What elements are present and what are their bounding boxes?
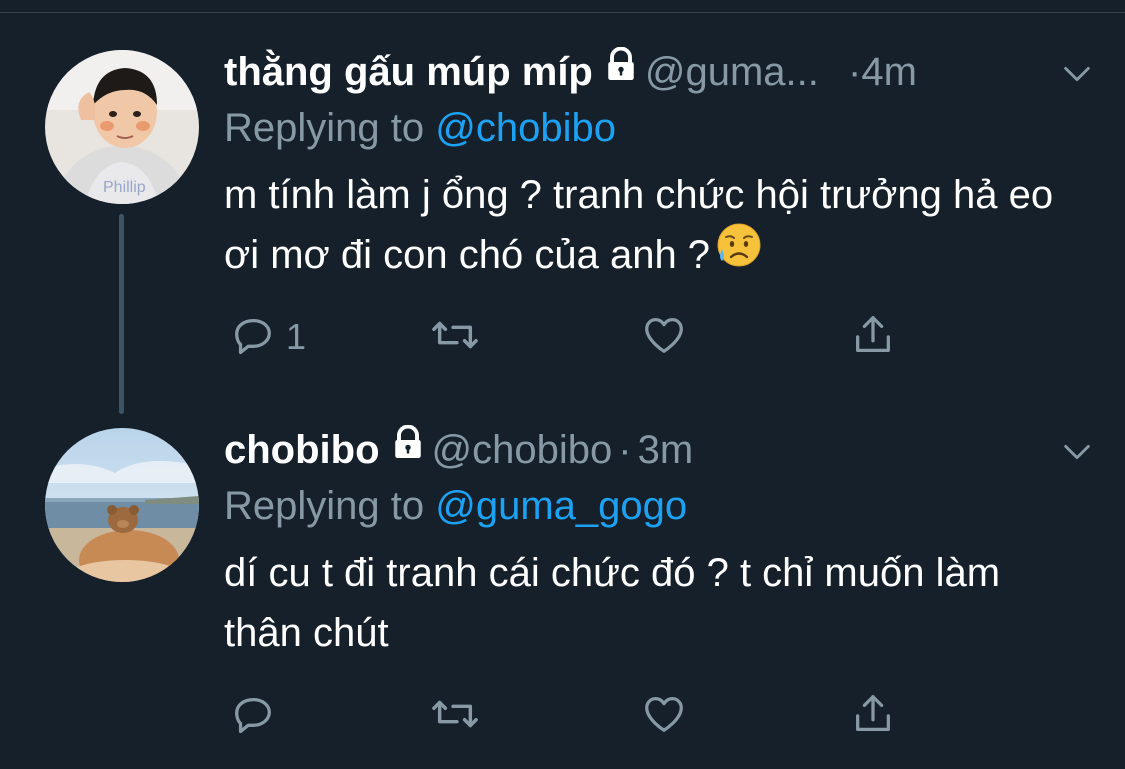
replying-mention[interactable]: @guma_gogo xyxy=(435,484,687,528)
replying-label: Replying to xyxy=(224,106,436,150)
separator-dot: · xyxy=(848,50,862,94)
tweet-text: dí cu t đi tranh cái chức đó ? t chỉ muố… xyxy=(224,543,1084,663)
separator-dot: · xyxy=(618,428,632,472)
lock-icon xyxy=(390,423,426,473)
display-name[interactable]: chobibo xyxy=(224,428,380,472)
timestamp[interactable]: 3m xyxy=(638,428,694,472)
share-button[interactable] xyxy=(850,691,896,741)
svg-text:Phillip: Phillip xyxy=(103,179,146,196)
avatar[interactable] xyxy=(45,428,199,582)
like-button[interactable] xyxy=(640,312,688,362)
tweet-header: thằng gấu múp míp @guma... ·4m xyxy=(224,47,1094,97)
replying-to-line: Replying to @guma_gogo xyxy=(224,481,687,531)
tweet-text-content: m tính làm j ổng ? tranh chức hội trưởng… xyxy=(224,173,1054,277)
heart-icon xyxy=(640,691,688,742)
tweet-text-content: dí cu t đi tranh cái chức đó ? t chỉ muố… xyxy=(224,551,1001,655)
retweet-icon xyxy=(430,312,480,363)
avatar[interactable]: Phillip xyxy=(45,50,199,204)
child-photo-avatar: Phillip xyxy=(45,50,199,204)
tweet-actions xyxy=(224,691,924,741)
replying-label: Replying to xyxy=(224,484,436,528)
tweet-actions: 1 xyxy=(224,312,924,362)
beach-teddy-bear-avatar xyxy=(45,428,199,582)
reply-icon xyxy=(230,691,276,742)
display-name[interactable]: thằng gấu múp míp xyxy=(224,50,593,94)
user-handle[interactable]: @guma... xyxy=(645,50,819,94)
lock-icon xyxy=(603,45,639,95)
heart-icon xyxy=(640,312,688,363)
reply-button[interactable]: 1 xyxy=(230,312,306,362)
tweet-header: chobibo @chobibo · 3m xyxy=(224,425,1094,475)
share-button[interactable] xyxy=(850,312,896,362)
chevron-down-icon[interactable] xyxy=(1060,431,1094,481)
retweet-button[interactable] xyxy=(430,312,480,362)
top-divider xyxy=(0,12,1125,13)
reply-count: 1 xyxy=(286,316,307,357)
like-button[interactable] xyxy=(640,691,688,741)
replying-to-line: Replying to @chobibo xyxy=(224,103,616,153)
share-icon xyxy=(850,312,896,363)
tweet-text: m tính làm j ổng ? tranh chức hội trưởng… xyxy=(224,165,1084,286)
retweet-icon xyxy=(430,691,480,742)
timestamp[interactable]: 4m xyxy=(861,50,917,94)
replying-mention[interactable]: @chobibo xyxy=(435,106,616,150)
retweet-button[interactable] xyxy=(430,691,480,741)
reply-icon xyxy=(230,312,276,363)
share-icon xyxy=(850,691,896,742)
thread-connector-line xyxy=(119,214,124,414)
sad-but-relieved-face-emoji xyxy=(714,219,764,286)
reply-button[interactable] xyxy=(230,691,286,741)
user-handle[interactable]: @chobibo xyxy=(432,428,613,472)
chevron-down-icon[interactable] xyxy=(1060,53,1094,103)
